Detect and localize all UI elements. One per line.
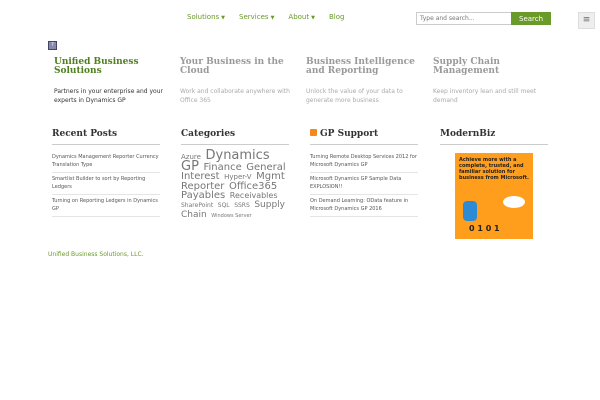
post-link[interactable]: Microsoft Dynamics GP Sample Data EXPLOS… <box>310 173 418 195</box>
search-input[interactable] <box>416 12 511 25</box>
widget-title: Recent Posts <box>52 128 160 145</box>
post-link[interactable]: On Demand Learning: OData feature in Mic… <box>310 195 418 217</box>
ad-text: Achieve more with a complete, trusted, a… <box>459 157 529 181</box>
post-link[interactable]: Smartlist Builder to sort by Reporting L… <box>52 173 160 195</box>
feature-text: Partners in your enterprise and your exp… <box>54 88 163 104</box>
post-link[interactable]: Turning on Reporting Ledgers in Dynamics… <box>52 195 160 217</box>
gp-support-widget: GP Support Turning Remote Desktop Servic… <box>310 128 418 217</box>
widget-title: Categories <box>181 128 289 145</box>
feature-text: Unlock the value of your data to generat… <box>306 88 403 104</box>
tag-link[interactable]: SSRS <box>234 202 250 209</box>
tag-link[interactable]: SQL <box>218 202 230 209</box>
nav-solutions[interactable]: Solutions ▼ <box>187 13 225 21</box>
search-button[interactable]: Search <box>511 12 552 25</box>
ad-digits: 0 1 0 1 <box>469 224 500 233</box>
feature-cloud[interactable]: Your Business in the Cloud Work and coll… <box>180 58 295 105</box>
nav-services[interactable]: Services ▼ <box>239 13 274 21</box>
tag-link[interactable]: Payables <box>181 190 225 201</box>
feature-unified[interactable]: Unified Business Solutions Partners in y… <box>54 58 169 105</box>
feature-supply[interactable]: Supply Chain Management Keep inventory l… <box>433 58 548 105</box>
tag-link[interactable]: Hyper-V <box>224 173 252 181</box>
tag-link[interactable]: Windows Server <box>211 213 251 219</box>
cloud-icon <box>503 196 525 208</box>
widget-title: ModernBiz <box>440 128 548 145</box>
post-link[interactable]: Turning Remote Desktop Services 2012 for… <box>310 151 418 173</box>
rss-icon[interactable] <box>310 129 317 136</box>
broken-image-icon: ? <box>48 41 57 50</box>
nav-blog[interactable]: Blog <box>329 13 344 21</box>
categories-widget: Categories Azure Dynamics GP Finance Gen… <box>181 128 289 221</box>
main-nav: Solutions ▼ Services ▼ About ▼ Blog <box>187 13 344 21</box>
tag-cloud: Azure Dynamics GP Finance General Intere… <box>181 149 289 221</box>
feature-title: Business Intelligence and Reporting <box>306 57 415 76</box>
person-illustration <box>463 201 477 221</box>
footer-text[interactable]: Unified Business Solutions, LLC. <box>48 251 144 258</box>
feature-bi[interactable]: Business Intelligence and Reporting Unlo… <box>306 58 421 105</box>
widget-title: GP Support <box>310 128 418 145</box>
feature-title: Unified Business Solutions <box>54 57 139 76</box>
modernbiz-widget: ModernBiz Achieve more with a complete, … <box>440 128 548 239</box>
nav-about[interactable]: About ▼ <box>288 13 315 21</box>
caret-down-icon: ▼ <box>221 15 226 21</box>
caret-down-icon: ▼ <box>311 15 315 21</box>
feature-text: Work and collaborate anywhere with Offic… <box>180 88 290 104</box>
tag-link[interactable]: Receivables <box>230 191 278 200</box>
modernbiz-ad[interactable]: Achieve more with a complete, trusted, a… <box>455 153 533 239</box>
post-link[interactable]: Dynamics Management Reporter Currency Tr… <box>52 151 160 173</box>
recent-posts-widget: Recent Posts Dynamics Management Reporte… <box>52 128 160 217</box>
search-form: Search <box>416 12 552 25</box>
menu-icon[interactable]: ≡ <box>578 12 595 29</box>
feature-title: Supply Chain Management <box>433 57 500 76</box>
tag-link[interactable]: SharePoint <box>181 202 213 209</box>
caret-down-icon: ▼ <box>270 15 275 21</box>
feature-text: Keep inventory lean and still meet deman… <box>433 88 537 104</box>
feature-title: Your Business in the Cloud <box>180 57 284 76</box>
